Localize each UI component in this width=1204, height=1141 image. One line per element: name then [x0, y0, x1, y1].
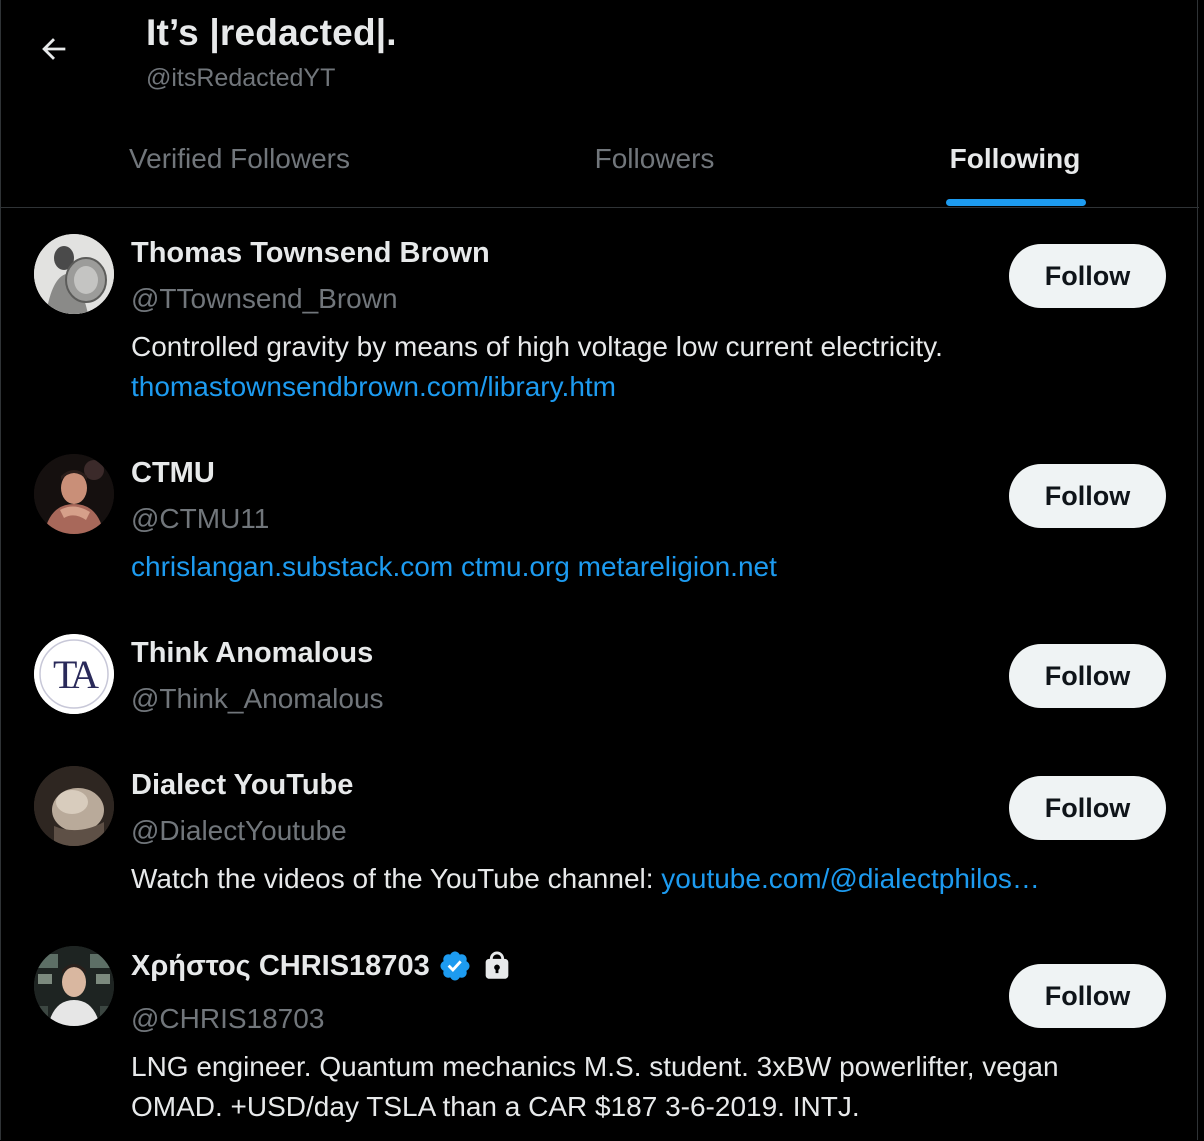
- follow-button[interactable]: Follow: [1009, 776, 1166, 840]
- avatar[interactable]: [34, 946, 114, 1026]
- tab-followers[interactable]: Followers: [421, 110, 888, 207]
- user-handle[interactable]: @TTownsend_Brown: [131, 283, 398, 315]
- user-handle[interactable]: @CTMU11: [131, 503, 269, 535]
- arrow-left-icon: [37, 32, 71, 71]
- user-handle[interactable]: @Think_Anomalous: [131, 683, 384, 715]
- user-bio: Watch the videos of the YouTube channel:…: [131, 859, 1161, 899]
- user-name-row: Χρήστος CHRIS18703: [131, 949, 514, 983]
- bio-link[interactable]: metareligion.net: [578, 551, 777, 582]
- bio-text: Watch the videos of the YouTube channel:: [131, 863, 654, 894]
- user-name[interactable]: Χρήστος CHRIS18703: [131, 950, 430, 983]
- tab-bar: Verified Followers Followers Following: [1, 110, 1199, 208]
- list-item[interactable]: Χρήστος CHRIS18703 @CHRIS18703 LNG engin…: [1, 921, 1199, 1141]
- user-name[interactable]: Think Anomalous: [131, 637, 373, 670]
- user-name[interactable]: Dialect YouTube: [131, 769, 353, 802]
- list-item[interactable]: Thomas Townsend Brown @TTownsend_Brown C…: [1, 209, 1199, 429]
- following-panel: It’s |redacted|. @itsRedactedYT Verified…: [0, 0, 1199, 1141]
- list-item[interactable]: TA Think Anomalous @Think_Anomalous Foll…: [1, 609, 1199, 741]
- list-item[interactable]: CTMU @CTMU11 chrislangan.substack.com ct…: [1, 429, 1199, 609]
- follow-button[interactable]: Follow: [1009, 964, 1166, 1028]
- user-handle[interactable]: @DialectYoutube: [131, 815, 347, 847]
- bio-text: LNG engineer. Quantum mechanics M.S. stu…: [131, 1051, 1059, 1082]
- lock-icon: [480, 949, 514, 983]
- verified-badge-icon[interactable]: [438, 949, 472, 983]
- tab-verified-followers[interactable]: Verified Followers: [1, 110, 478, 207]
- user-handle[interactable]: @CHRIS18703: [131, 1003, 324, 1035]
- user-bio: Controlled gravity by means of high volt…: [131, 327, 1161, 407]
- profile-name: It’s |redacted|.: [146, 12, 397, 53]
- avatar[interactable]: [34, 454, 114, 534]
- avatar[interactable]: [34, 766, 114, 846]
- bio-link[interactable]: youtube.com/@dialectphilos…: [661, 863, 1040, 894]
- bio-link[interactable]: chrislangan.substack.com: [131, 551, 453, 582]
- follow-button[interactable]: Follow: [1009, 464, 1166, 528]
- profile-header: It’s |redacted|. @itsRedactedYT: [1, 0, 1199, 110]
- list-item[interactable]: Dialect YouTube @DialectYoutube Watch th…: [1, 741, 1199, 921]
- user-bio: LNG engineer. Quantum mechanics M.S. stu…: [131, 1047, 1161, 1127]
- active-tab-indicator: [946, 199, 1086, 206]
- user-bio: chrislangan.substack.com ctmu.org metare…: [131, 547, 1161, 587]
- bio-link[interactable]: thomastownsendbrown.com/library.htm: [131, 371, 616, 402]
- user-name[interactable]: CTMU: [131, 457, 215, 490]
- follow-button[interactable]: Follow: [1009, 644, 1166, 708]
- bio-text: OMAD. +USD/day TSLA than a CAR $187 3-6-…: [131, 1091, 860, 1122]
- avatar[interactable]: TA: [34, 634, 114, 714]
- tab-following[interactable]: Following: [831, 110, 1199, 207]
- avatar-monogram: TA: [52, 651, 99, 697]
- back-button[interactable]: [25, 22, 83, 80]
- profile-handle: @itsRedactedYT: [146, 64, 336, 92]
- user-name[interactable]: Thomas Townsend Brown: [131, 237, 490, 270]
- follow-button[interactable]: Follow: [1009, 244, 1166, 308]
- avatar[interactable]: [34, 234, 114, 314]
- bio-text: Controlled gravity by means of high volt…: [131, 331, 943, 362]
- bio-link[interactable]: ctmu.org: [461, 551, 570, 582]
